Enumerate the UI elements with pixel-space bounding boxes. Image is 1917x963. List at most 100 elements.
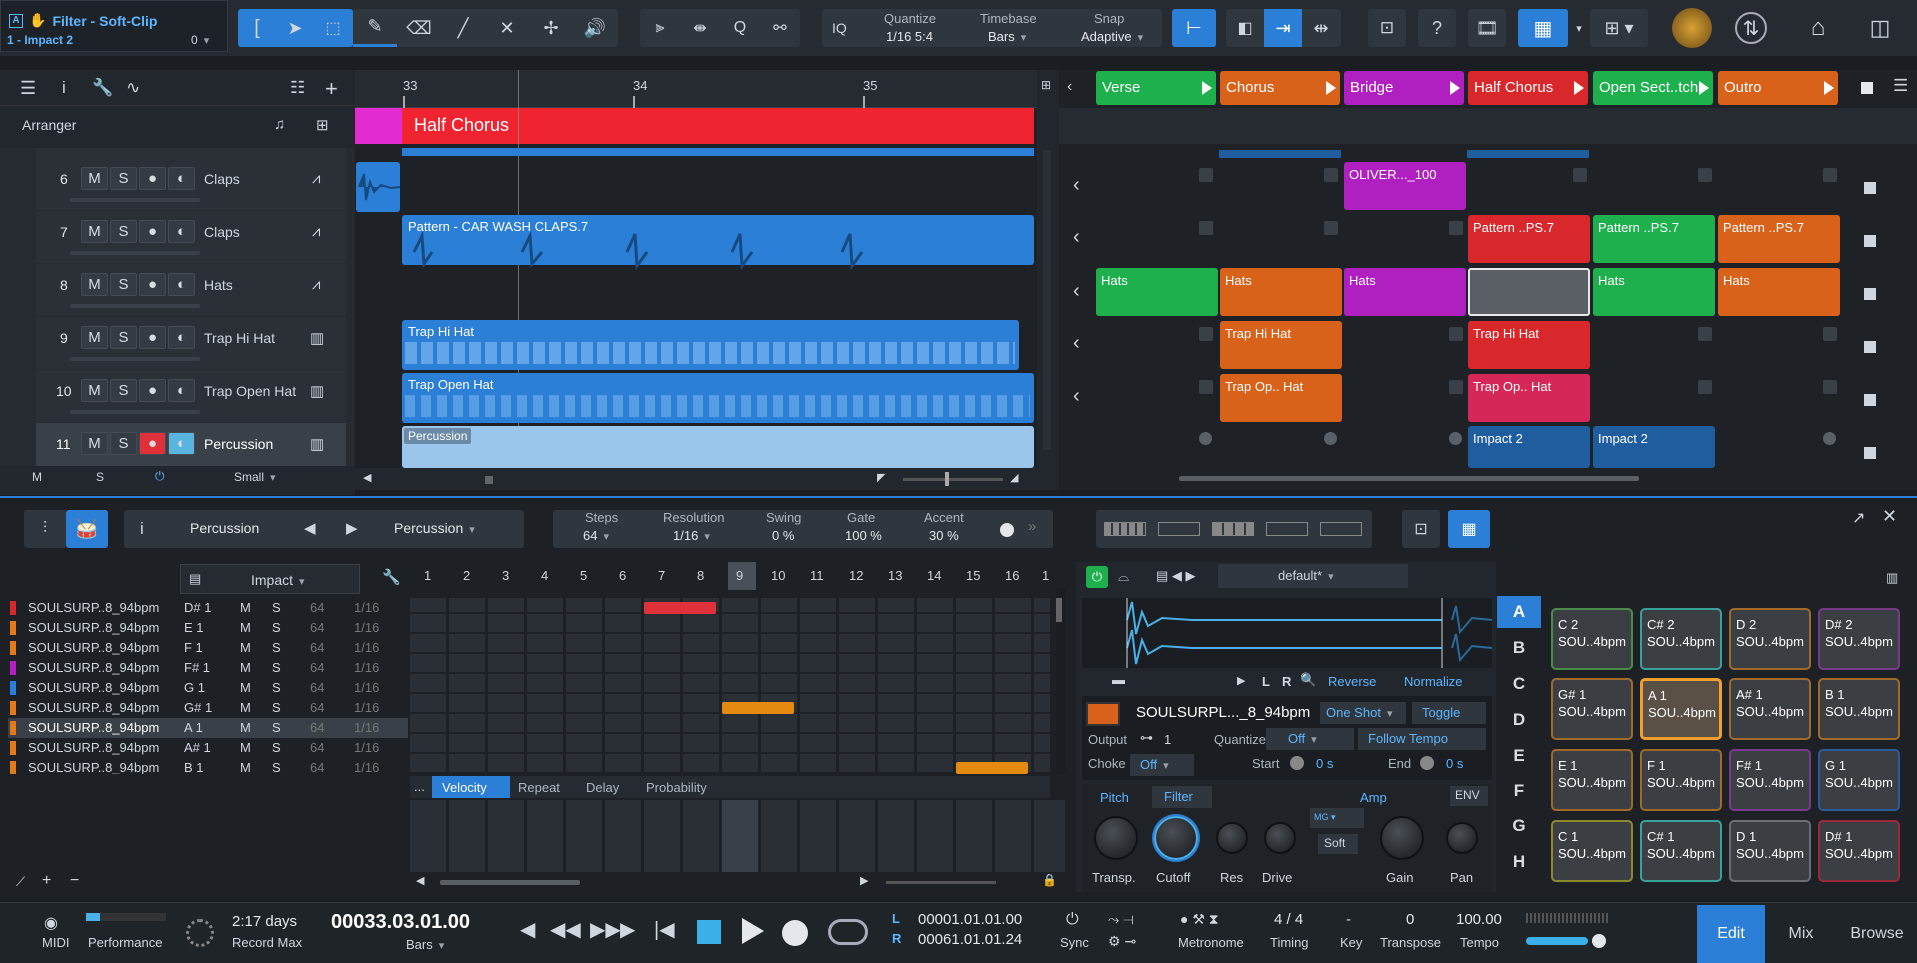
filter-type-select[interactable]: MG ▾ [1310,808,1364,828]
launch-clip-pattern[interactable]: Pattern ..PS.7 [1593,215,1715,263]
drum-pad[interactable]: D 2 SOU..4bpm [1729,608,1811,670]
follow-tempo-button[interactable]: Follow Tempo [1358,728,1486,750]
target-icon[interactable]: ⊡ [1368,9,1406,47]
power-icon[interactable]: ⏻ [1086,566,1108,588]
record-arm-button[interactable]: ● [139,220,166,243]
lanes-scrollbar[interactable] [1056,588,1066,774]
launch-clip-pattern[interactable]: Pattern ..PS.7 [1718,215,1840,263]
toggle-button[interactable]: Toggle [1412,702,1486,724]
play-button[interactable] [742,918,764,944]
monitor-button[interactable]: ◐ [168,432,195,455]
bank-a-button[interactable]: A [1497,596,1541,628]
track-row-selected[interactable]: 11 M S ● ◐ Percussion ▥ [36,423,346,466]
paint-tool-icon[interactable]: ╱ [441,9,485,47]
row-nav-icon[interactable]: ‹ [1073,332,1080,355]
editor-zoom-slider[interactable] [886,881,996,884]
launch-clip-hats[interactable]: Hats [1344,268,1466,316]
step-note[interactable] [722,702,794,714]
launch-clip-pattern[interactable]: Pattern ..PS.7 [1468,215,1590,263]
lock-icon[interactable]: 🔒 [1042,873,1057,887]
drum-pad[interactable]: G# 1 SOU..4bpm [1551,678,1633,740]
remove-lane-icon[interactable]: − [70,872,79,890]
mute-button[interactable]: M [81,220,108,243]
transpose-knob[interactable] [1094,816,1138,860]
end-value[interactable]: 0 s [1446,756,1463,771]
stretch-icon[interactable]: ⇼ [680,9,720,47]
output-link-icon[interactable]: ⊶ [1140,730,1153,746]
variation-icon[interactable] [1212,522,1254,536]
panels-icon[interactable]: ◫ [1862,10,1898,46]
scene-half-chorus[interactable]: Half Chorus [1468,71,1588,105]
editor-inspector-icon[interactable]: ⫶ [24,510,66,548]
lane-row[interactable]: SOULSURP..8_94bpm A# 1 M S 64 1/16 [8,738,408,758]
accent-value[interactable]: 30 % [929,528,959,543]
solo-button[interactable]: S [110,167,137,190]
step-note[interactable] [644,602,716,614]
quantize-icon[interactable]: Q [720,9,760,47]
lane-row[interactable]: SOULSURP..8_94bpm F 1 M S 64 1/16 [8,638,408,658]
record-arm-button[interactable]: ● [139,167,166,190]
add-lane-icon[interactable]: + [42,872,51,890]
waveform-display[interactable] [1082,598,1493,668]
record-arm-button[interactable]: ● [139,326,166,349]
launch-clip-impact[interactable]: Impact 2 [1468,426,1590,468]
launch-clip-hats[interactable]: Hats [1096,268,1218,316]
sync-icon[interactable]: ⏻ [1066,911,1079,929]
scene-open-section[interactable]: Open Sect..tch [1593,71,1713,105]
pads-view-icon[interactable]: ▦ [1448,510,1490,548]
position-unit[interactable]: Bars [406,937,444,952]
bank-d-button[interactable]: D [1497,704,1541,736]
solo-all-button[interactable]: S [96,470,104,484]
row-nav-icon[interactable]: ‹ [1073,280,1080,303]
volume-slider[interactable] [70,357,200,361]
step-note[interactable] [956,762,1028,774]
cutoff-knob[interactable] [1154,816,1198,860]
timeline-ruler[interactable]: 33 34 35 [355,70,1037,108]
stop-row-icon[interactable] [1864,235,1876,247]
solo-button[interactable]: S [110,379,137,402]
zoom-icon[interactable]: 🔍 [1300,672,1316,688]
stop-button[interactable] [697,920,721,944]
launch-clip-hats[interactable]: Hats [1220,268,1342,316]
link-icon[interactable]: ⌓ [1118,568,1129,585]
res-knob[interactable] [1216,822,1248,854]
grid-small-icon[interactable]: ⊞ [316,116,329,134]
zoom-in-icon[interactable]: ◢ [1010,471,1018,484]
loop-button[interactable] [828,919,868,945]
tab-velocity[interactable]: Velocity [432,776,510,798]
drum-pad[interactable]: F 1 SOU..4bpm [1640,749,1722,811]
choke-select[interactable]: Off [1130,754,1194,776]
end-knob[interactable] [1420,756,1434,770]
help-icon[interactable]: ? [1418,9,1456,47]
kit-select[interactable]: ▤ Impact [180,564,360,594]
home-icon[interactable]: ⌂ [1800,10,1836,46]
nudge-left-icon[interactable]: ◧ [1226,9,1264,47]
record-arm-button[interactable]: ● [139,379,166,402]
automation-icon[interactable]: ∿ [126,78,140,98]
volume-slider[interactable] [70,251,200,255]
start-value[interactable]: 0 s [1316,756,1333,771]
arrange-scrollbar[interactable]: ◀ ◤ ◢ [355,468,1037,490]
record-arm-button[interactable]: ● [139,273,166,296]
track-row[interactable]: 8 M S ● ◐ Hats ⩘ [36,264,346,316]
monitor-button[interactable]: ◐ [168,273,195,296]
fast-forward-icon[interactable]: ▶▶ [590,917,621,942]
drum-pad[interactable]: D 1 SOU..4bpm [1729,820,1811,882]
master-volume-handle[interactable] [1592,934,1606,948]
close-icon[interactable]: ✕ [1882,506,1897,527]
clip-percussion[interactable]: Percussion [402,426,1034,468]
reverse-button[interactable]: Reverse [1328,674,1376,689]
timebase-select[interactable]: Bars [988,29,1026,44]
stop-all-icon[interactable] [1861,82,1873,94]
bank-e-button[interactable]: E [1497,740,1541,772]
arrange-view[interactable]: 33 34 35 Half Chorus Pattern - CAR WASH … [355,70,1037,490]
scene-outro[interactable]: Outro [1718,71,1838,105]
normalize-button[interactable]: Normalize [1404,674,1463,689]
stop-row-icon[interactable] [1864,447,1876,459]
scissors-icon[interactable]: ⚯ [760,9,800,47]
lane-row[interactable]: SOULSURP..8_94bpm G 1 M S 64 1/16 [8,678,408,698]
bank-h-button[interactable]: H [1497,846,1541,878]
transpose-value[interactable]: 0 [1406,911,1414,928]
mute-button[interactable]: M [81,379,108,402]
more-button[interactable]: ... [414,779,425,794]
